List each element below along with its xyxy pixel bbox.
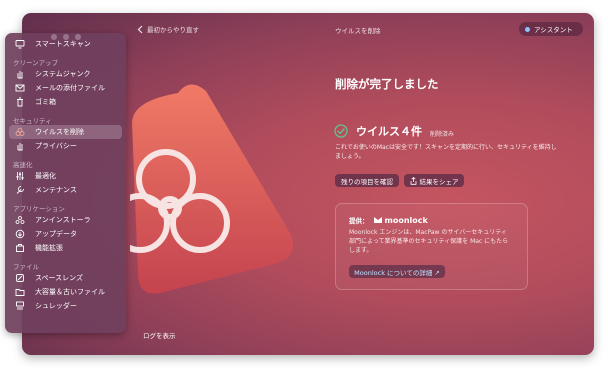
hand-icon [15, 69, 25, 79]
sidebar-label: メールの添付ファイル [35, 84, 105, 92]
share-results-label: 結果をシェア [419, 177, 459, 186]
moonlock-logo-icon [373, 217, 382, 223]
sidebar-item-updater[interactable]: アップデータ [9, 227, 122, 241]
sidebar-label: スマートスキャン [35, 40, 91, 48]
sidebar-label: プライバシー [35, 142, 77, 150]
moonlock-brand: moonlock [384, 215, 428, 225]
sidebar-label: スペースレンズ [35, 274, 84, 282]
minimize-window-button[interactable] [63, 34, 69, 40]
completion-heading: 削除が完了しました [335, 77, 439, 91]
monitor-icon [15, 39, 25, 49]
sidebar-label: ウイルスを削除 [35, 128, 84, 136]
shredder-icon [15, 301, 25, 311]
chevron-left-icon [137, 25, 143, 33]
sidebar: スマートスキャン クリーンアップ システムジャンク メールの添付ファイル ゴミ箱… [5, 33, 126, 333]
result-title: ウイルス４件 [356, 125, 422, 138]
sidebar-label: 大容量＆古いファイル [35, 288, 105, 296]
sidebar-item-mail-attachments[interactable]: メールの添付ファイル [9, 81, 122, 95]
show-log-button[interactable]: ログを表示 [143, 330, 176, 340]
malware-triangle-illustration [130, 84, 294, 294]
description-line-1: これでお使いのMacは安全です！スキャンを定期的に行い、セキュリティを維持し [335, 144, 557, 151]
wrench-icon [15, 185, 25, 195]
sidebar-item-space-lens[interactable]: スペースレンズ [9, 271, 122, 285]
section-apps: アプリケーション [13, 205, 65, 213]
privacy-hand-icon [15, 141, 25, 151]
sidebar-label: アンインストーラ [35, 216, 91, 224]
sliders-icon [15, 171, 25, 181]
description-line-2: ましょう。 [335, 153, 365, 160]
folder-icon [15, 287, 25, 297]
sidebar-label: アップデータ [35, 230, 77, 238]
sidebar-label: メンテナンス [35, 186, 77, 194]
sidebar-item-shredder[interactable]: シュレッダー [9, 299, 122, 313]
checkmark-icon [334, 124, 348, 138]
provided-by-label: 提供： [349, 217, 369, 225]
sidebar-item-large-old-files[interactable]: 大容量＆古いファイル [9, 285, 122, 299]
zoom-window-button[interactable] [75, 34, 81, 40]
moonlock-line-1: Moonlock エンジンは、MacPaw のサイバーセキュリティ [349, 229, 507, 236]
back-button[interactable]: 最初からやり直す [137, 24, 199, 34]
sidebar-item-trash[interactable]: ゴミ箱 [9, 95, 122, 109]
sidebar-label: シュレッダー [35, 302, 77, 310]
assistant-button[interactable]: アシスタント [519, 22, 583, 36]
sidebar-item-optimization[interactable]: 最適化 [9, 169, 122, 183]
envelope-icon [15, 83, 25, 93]
share-results-button[interactable]: 結果をシェア [404, 174, 464, 187]
result-badge: 削除済み [430, 131, 455, 138]
sidebar-item-maintenance[interactable]: メンテナンス [9, 183, 122, 197]
sidebar-item-privacy[interactable]: プライバシー [9, 139, 122, 153]
window-controls [51, 34, 81, 40]
section-security: セキュリティ [13, 117, 52, 125]
sidebar-label: ゴミ箱 [35, 98, 56, 106]
result-description: これでお使いのMacは安全です！スキャンを定期的に行い、セキュリティを維持し ま… [335, 143, 585, 161]
trash-icon [15, 97, 25, 107]
sidebar-item-malware-removal[interactable]: ウイルスを削除 [9, 125, 122, 139]
close-window-button[interactable] [51, 34, 57, 40]
moonlock-details-label: Moonlock についての詳細 ↗ [354, 268, 440, 277]
sidebar-item-extensions[interactable]: 機能拡張 [9, 241, 122, 255]
window-title: ウイルスを削除 [335, 27, 381, 35]
moonlock-details-link[interactable]: Moonlock についての詳細 ↗ [349, 265, 445, 278]
assistant-status-dot [525, 26, 530, 32]
section-cleanup: クリーンアップ [13, 59, 59, 67]
uninstaller-icon [15, 215, 25, 225]
share-icon [410, 176, 416, 185]
moonlock-description: Moonlock エンジンは、MacPaw のサイバーセキュリティ 部門によって… [349, 228, 508, 255]
updater-icon [15, 229, 25, 239]
moonlock-line-3: します。 [349, 247, 373, 254]
moonlock-info-card: 提供： moonlock Moonlock エンジンは、MacPaw のサイバー… [335, 203, 528, 290]
sidebar-item-uninstaller[interactable]: アンインストーラ [9, 213, 122, 227]
extensions-icon [15, 243, 25, 253]
moonlock-line-2: 部門によって業界基準のセキュリティ保護を Mac にもたら [349, 238, 509, 245]
section-speed: 高速化 [13, 161, 33, 169]
review-remaining-label: 残りの項目を確認 [341, 177, 393, 186]
sidebar-label: 機能拡張 [35, 244, 63, 252]
sidebar-label: システムジャンク [35, 70, 91, 78]
back-label: 最初からやり直す [147, 26, 199, 34]
biohazard-small-icon [15, 127, 25, 137]
sidebar-label: 最適化 [35, 172, 56, 180]
sidebar-item-system-junk[interactable]: システムジャンク [9, 67, 122, 81]
section-files: ファイル [13, 263, 39, 271]
space-lens-icon [15, 273, 25, 283]
review-remaining-button[interactable]: 残りの項目を確認 [335, 174, 399, 187]
assistant-label: アシスタント [534, 26, 573, 34]
